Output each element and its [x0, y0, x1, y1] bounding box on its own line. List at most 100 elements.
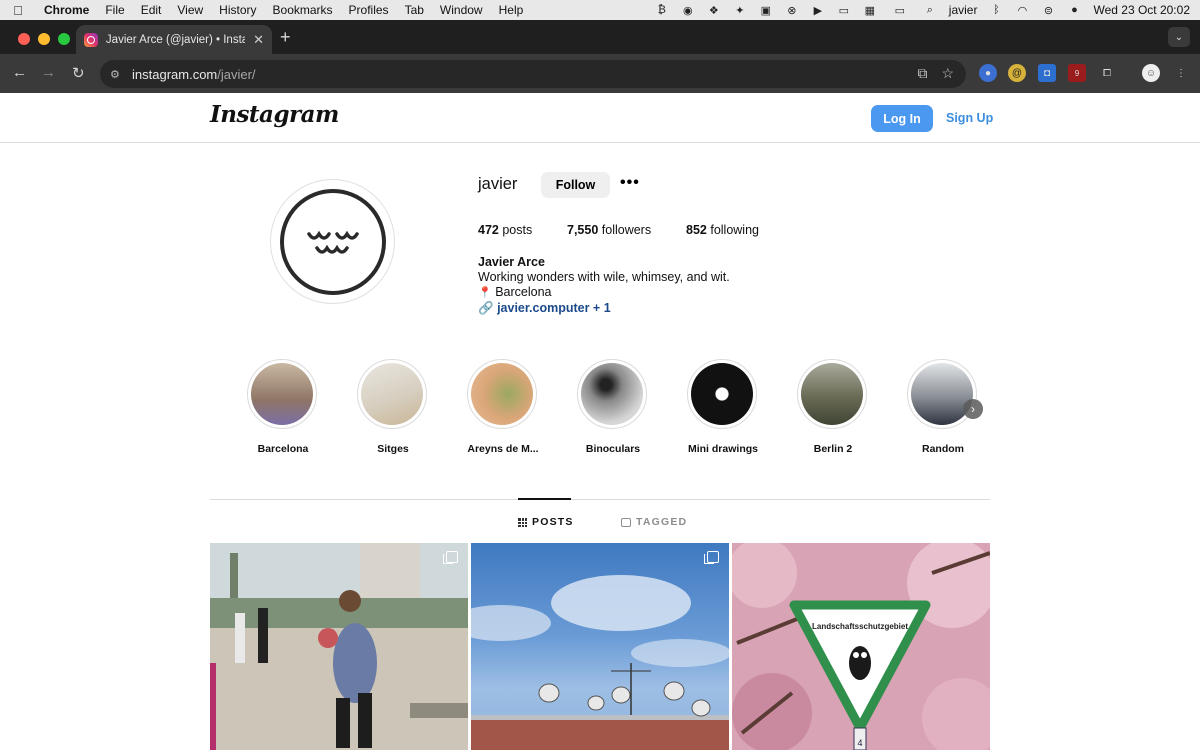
multiple-photos-icon: [443, 551, 458, 564]
link-line[interactable]: 🔗 javier.computer + 1: [478, 301, 730, 316]
site-settings-icon[interactable]: ⚙: [110, 68, 128, 81]
dropbox-icon[interactable]: ❖: [707, 4, 721, 17]
extensions-puzzle-icon[interactable]: ⧠: [1098, 64, 1116, 82]
tagged-icon: [621, 517, 631, 527]
menu-window[interactable]: Window: [432, 3, 491, 17]
highlight-thumbnail: [581, 363, 643, 425]
status-close-icon[interactable]: ⊗: [785, 4, 799, 17]
status-app-icon[interactable]: ₿: [655, 4, 669, 16]
menu-file[interactable]: File: [97, 3, 132, 17]
forward-icon[interactable]: →: [41, 64, 56, 81]
more-options-icon[interactable]: •••: [620, 174, 640, 192]
posts-stat: 472 posts: [478, 223, 533, 237]
apple-icon[interactable]: : [0, 3, 36, 18]
menu-tab[interactable]: Tab: [397, 3, 432, 17]
address-bar[interactable]: ⚙ instagram.com/javier/ ⧉ ☆: [100, 60, 966, 88]
highlight-thumbnail: [361, 363, 423, 425]
menu-help[interactable]: Help: [491, 3, 532, 17]
tab-posts[interactable]: POSTS: [518, 516, 574, 528]
highlight-item[interactable]: Sitges: [357, 359, 429, 455]
close-window-button[interactable]: [18, 33, 30, 45]
location-text: Barcelona: [495, 285, 552, 299]
siri-icon[interactable]: ●: [1067, 4, 1081, 16]
extension-3-icon[interactable]: ◘: [1038, 64, 1056, 82]
highlight-item[interactable]: Areyns de M...: [467, 359, 539, 455]
street-photo: [210, 543, 468, 750]
tab-tagged-label: TAGGED: [636, 516, 688, 528]
window-controls: [18, 33, 70, 45]
menu-profiles[interactable]: Profiles: [341, 3, 397, 17]
next-highlights-chevron-icon[interactable]: ›: [963, 399, 983, 419]
menu-view[interactable]: View: [169, 3, 211, 17]
post-thumbnail[interactable]: [471, 543, 729, 750]
minimize-window-button[interactable]: [38, 33, 50, 45]
bluetooth-icon[interactable]: ᛒ: [989, 4, 1003, 16]
extension-1-icon[interactable]: ●: [979, 64, 997, 82]
battery-icon[interactable]: ▭: [889, 4, 911, 17]
highlight-item[interactable]: Barcelona: [247, 359, 319, 455]
follow-button[interactable]: Follow: [541, 172, 610, 198]
menu-edit[interactable]: Edit: [133, 3, 170, 17]
active-tab[interactable]: Javier Arce (@javier) • Instagram ✕: [76, 25, 272, 54]
rooftop-photo: [471, 575, 729, 750]
menu-chrome[interactable]: Chrome: [36, 3, 97, 17]
back-icon[interactable]: ←: [12, 64, 27, 81]
profile-link[interactable]: javier.computer + 1: [497, 301, 611, 315]
post-thumbnail[interactable]: Landschaftsschutzgebiet 4: [732, 543, 990, 750]
tab-search-chevron-icon[interactable]: ⌄: [1168, 27, 1190, 47]
highlight-item[interactable]: Mini drawings: [687, 359, 759, 455]
status-tool-icon[interactable]: ✦: [733, 4, 747, 17]
grid-icon: [518, 517, 527, 527]
url-text[interactable]: instagram.com/javier/: [132, 67, 256, 82]
menubar-username[interactable]: javier: [949, 3, 978, 17]
profile-avatar-icon[interactable]: ☺: [1142, 64, 1160, 82]
sign-up-link[interactable]: Sign Up: [946, 111, 993, 125]
pin-icon: 📍: [478, 287, 492, 299]
highlight-item[interactable]: Binoculars: [577, 359, 649, 455]
close-tab-icon[interactable]: ✕: [253, 32, 264, 48]
menu-history[interactable]: History: [211, 3, 264, 17]
link-icon: 🔗: [478, 301, 494, 315]
cherry-blossom-sign-photo: Landschaftsschutzgebiet 4: [732, 543, 990, 750]
install-app-icon[interactable]: ⧉: [917, 65, 927, 82]
ublock-icon[interactable]: 9: [1068, 64, 1086, 82]
story-highlights: Barcelona Sitges Areyns de M... Binocula…: [247, 359, 987, 459]
instagram-header: Instagram Log In Sign Up: [0, 93, 1200, 143]
bio-text: Working wonders with wile, whimsey, and …: [478, 270, 730, 284]
highlight-label: Binoculars: [585, 443, 641, 455]
tab-posts-label: POSTS: [532, 516, 574, 528]
svg-text:Landschaftsschutzgebiet: Landschaftsschutzgebiet: [812, 622, 908, 631]
highlight-thumbnail: [911, 363, 973, 425]
highlight-label: Barcelona: [257, 443, 309, 455]
tab-tagged[interactable]: TAGGED: [621, 516, 687, 528]
display-icon[interactable]: ▭: [837, 4, 851, 17]
log-in-button[interactable]: Log In: [871, 105, 933, 132]
reload-icon[interactable]: ↻: [72, 64, 85, 82]
post-thumbnail[interactable]: [210, 543, 468, 750]
menu-bookmarks[interactable]: Bookmarks: [265, 3, 341, 17]
highlight-label: Berlin 2: [813, 443, 853, 455]
instagram-logo[interactable]: Instagram: [210, 101, 339, 128]
tab-title: Javier Arce (@javier) • Instagram: [105, 33, 246, 46]
highlight-thumbnail: [251, 363, 313, 425]
highlight-item[interactable]: Berlin 2: [797, 359, 869, 455]
calendar-icon[interactable]: ▦: [863, 4, 877, 17]
play-icon[interactable]: ▶: [811, 4, 825, 17]
chrome-menu-icon[interactable]: ⋮: [1172, 64, 1190, 82]
bookmark-star-icon[interactable]: ☆: [941, 65, 954, 82]
spotlight-icon[interactable]: ⌕: [923, 4, 937, 16]
status-square-icon[interactable]: ▣: [759, 4, 773, 17]
extension-2-icon[interactable]: @: [1008, 64, 1026, 82]
macos-menu-bar:  Chrome File Edit View History Bookmark…: [0, 0, 1200, 20]
following-stat[interactable]: 852 following: [686, 223, 759, 237]
menubar-clock[interactable]: Wed 23 Oct 20:02: [1093, 3, 1190, 17]
wifi-icon[interactable]: ◠: [1015, 4, 1029, 17]
browser-toolbar: ← → ↻ ⚙ instagram.com/javier/ ⧉ ☆ ● @ ◘ …: [0, 54, 1200, 93]
status-record-icon[interactable]: ◉: [681, 4, 695, 17]
control-center-icon[interactable]: ⊜: [1041, 4, 1055, 17]
followers-stat[interactable]: 7,550 followers: [567, 223, 651, 237]
tabs-divider: [210, 499, 990, 500]
zoom-window-button[interactable]: [58, 33, 70, 45]
profile-avatar[interactable]: [270, 179, 395, 304]
new-tab-icon[interactable]: +: [280, 27, 291, 48]
